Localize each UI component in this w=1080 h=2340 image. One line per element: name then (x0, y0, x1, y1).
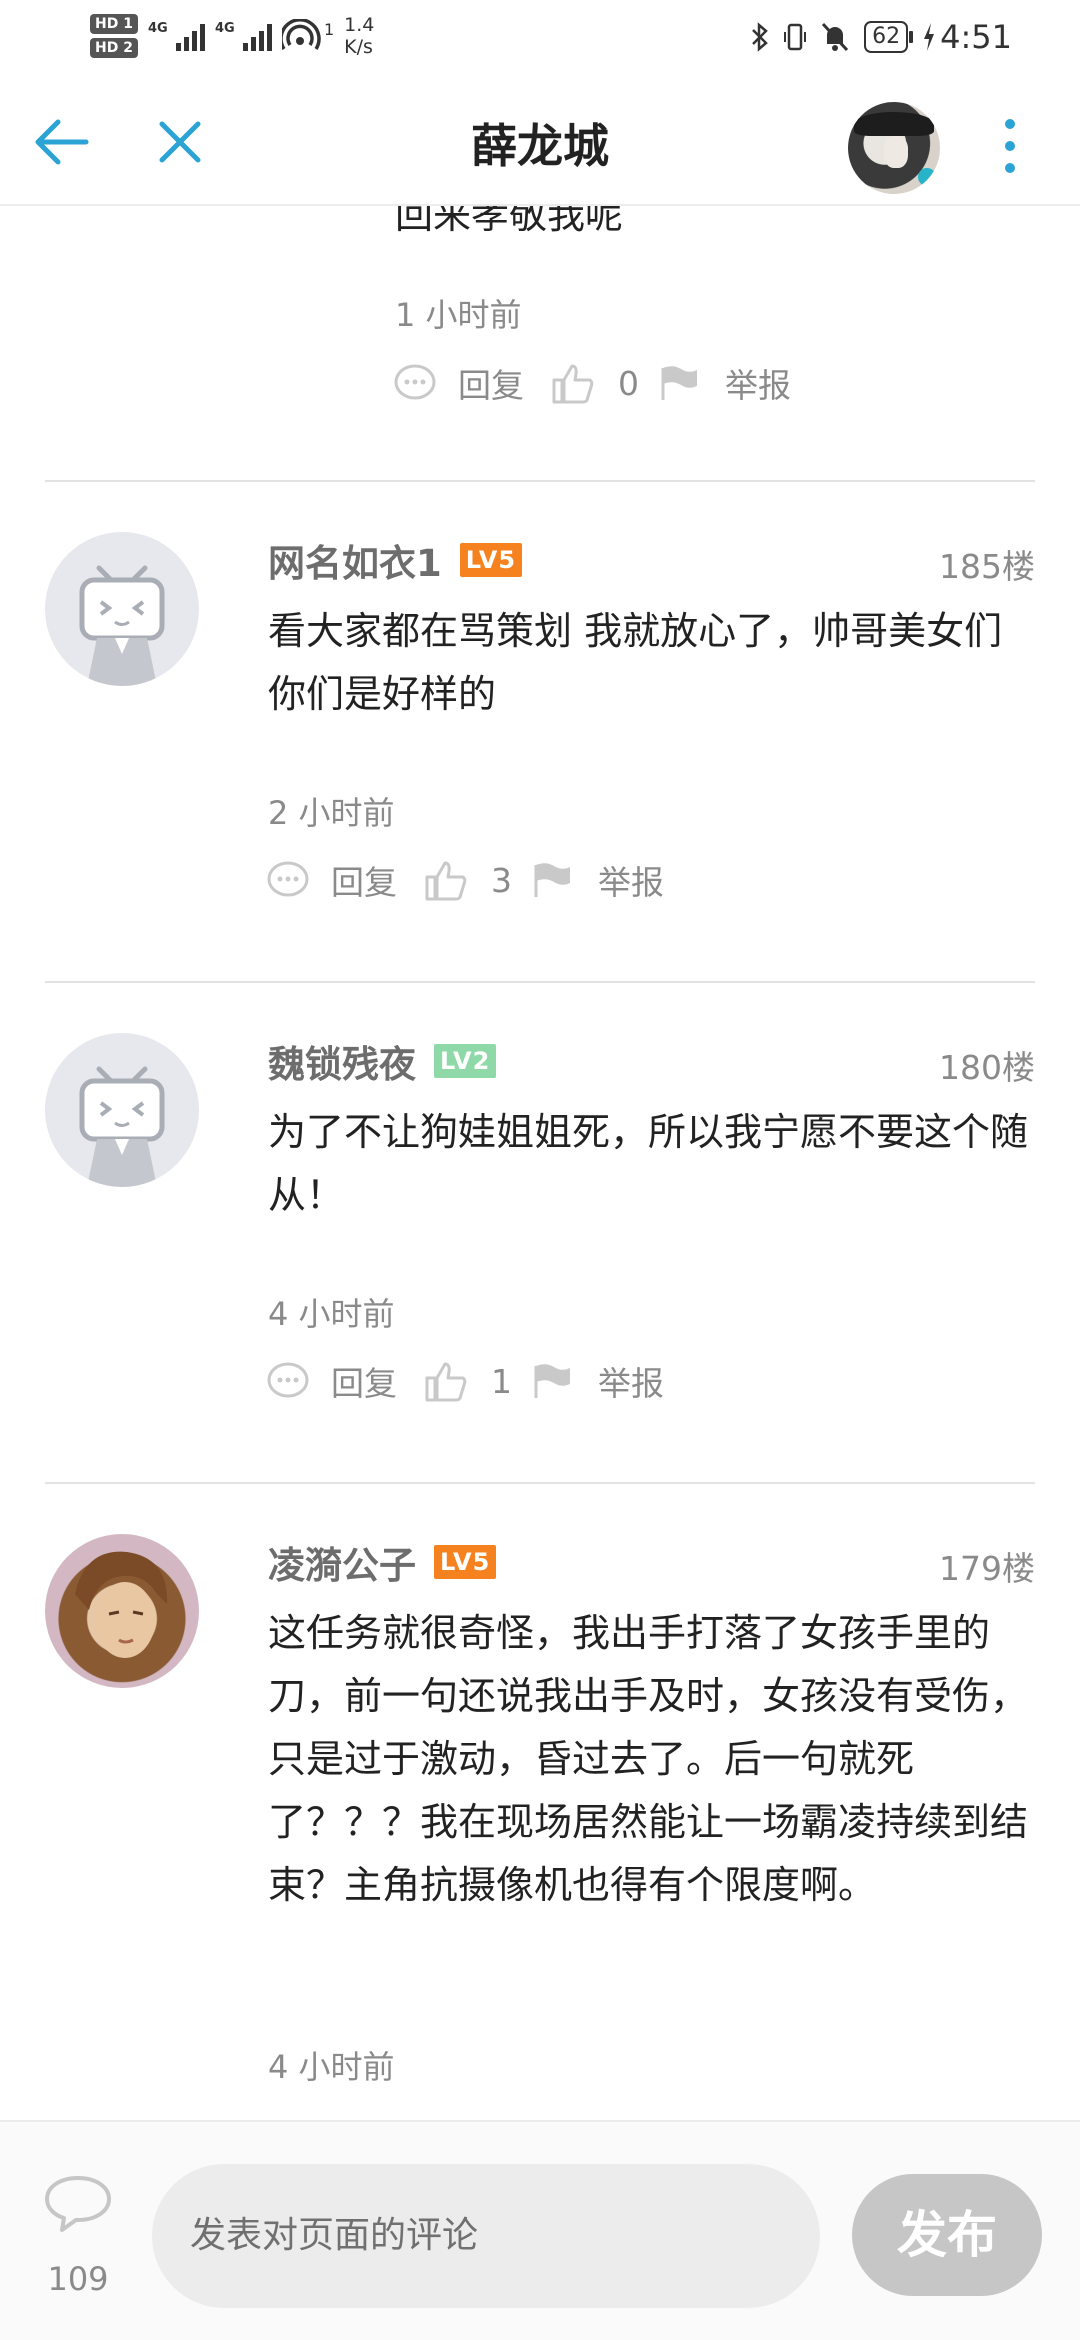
report-button[interactable]: 举报 (725, 359, 791, 407)
comment-input[interactable]: 发表对页面的评论 (152, 2164, 820, 2308)
bluetooth-icon (752, 22, 768, 52)
character-portrait-icon (75, 1551, 168, 1658)
status-bar: HD 1 HD 2 4G 4G 1 1.4 K/s 62 4:51 (0, 0, 1080, 80)
comment-count: 109 (47, 2260, 109, 2298)
sim2-badge: HD 2 (90, 38, 138, 58)
sim-badges: HD 1 HD 2 (90, 14, 138, 58)
reply-icon[interactable] (265, 857, 311, 903)
avatar-user-photo[interactable] (45, 1534, 199, 1688)
mute-bell-icon (822, 22, 849, 52)
like-icon[interactable] (550, 360, 596, 406)
send-button[interactable]: 发布 (852, 2174, 1042, 2296)
like-icon[interactable] (423, 1358, 469, 1404)
comment-text: 为了不让狗娃姐姐死，所以我宁愿不要这个随从！ (268, 1110, 1029, 1217)
username-text[interactable]: 魏锁残夜 (268, 1034, 416, 1088)
speed-value: 1.4 (344, 14, 375, 36)
header-avatar[interactable] (848, 102, 940, 194)
comment-actions: 回复 0 举报 (392, 358, 791, 408)
like-count: 1 (491, 1361, 512, 1401)
reply-icon[interactable] (392, 360, 438, 406)
report-button[interactable]: 举报 (598, 1357, 664, 1405)
username[interactable]: 凌漪公子 LV5 (268, 1534, 497, 1590)
hotspot-icon (281, 19, 321, 50)
sim1-badge: HD 1 (90, 14, 138, 34)
app-header: 薛龙城 (0, 80, 1080, 206)
comment-time: 1 小时前 (395, 296, 522, 334)
comment-text: 看大家都在骂策划 我就放心了，帅哥美女们 你们是好样的 (268, 609, 1003, 716)
username[interactable]: 网名如衣1 LV5 (268, 532, 523, 588)
charging-icon (924, 23, 935, 51)
avatar-default-tv[interactable] (45, 532, 199, 686)
partial-comment-text: 回来孝敬我呢 (395, 206, 624, 237)
reply-button[interactable]: 回复 (458, 359, 524, 407)
tv-mascot-icon (79, 1066, 165, 1187)
avatar-default-tv[interactable] (45, 1033, 199, 1187)
network-speed: 1.4 K/s (344, 14, 374, 58)
bottom-comment-bar: 109 发表对页面的评论 发布 (0, 2120, 1080, 2340)
floor-number: 180楼 (939, 1048, 1035, 1087)
comment-actions: 回复 1 举报 (265, 1356, 664, 1406)
status-left: HD 1 HD 2 4G 4G 1 1.4 K/s (90, 14, 374, 58)
level-badge: LV5 (434, 1545, 497, 1579)
comment-item: 凌漪公子 LV5 179楼 这任务就很奇怪，我出手打落了女孩手里的刀，前一句还说… (0, 1484, 1080, 2120)
comment-item: 魏锁残夜 LV2 180楼 为了不让狗娃姐姐死，所以我宁愿不要这个随从！ 4 小… (0, 983, 1080, 1483)
level-badge: LV5 (459, 543, 523, 577)
like-count: 3 (491, 860, 512, 900)
hotspot-count: 1 (323, 19, 335, 39)
network-type-1: 4G (147, 21, 168, 36)
like-count: 0 (618, 363, 639, 403)
comment-bubble-icon[interactable] (42, 2174, 114, 2234)
signal-2-icon: 4G (215, 21, 272, 51)
comment-list[interactable]: 回来孝敬我呢 1 小时前 回复 0 举报 网名如衣1 LV5 185楼 看大家都… (0, 206, 1080, 2120)
signal-1-icon: 4G (148, 21, 205, 51)
comment-time: 2 小时前 (268, 794, 395, 832)
report-flag-icon[interactable] (530, 1358, 576, 1404)
comment-item: 网名如衣1 LV5 185楼 看大家都在骂策划 我就放心了，帅哥美女们 你们是好… (0, 482, 1080, 982)
battery-icon: 62 (864, 21, 914, 53)
reply-button[interactable]: 回复 (331, 856, 397, 904)
comment-text: 这任务就很奇怪，我出手打落了女孩手里的刀，前一句还说我出手及时，女孩没有受伤，只… (268, 1611, 1029, 1907)
tv-mascot-icon (79, 565, 165, 686)
speed-unit: K/s (344, 36, 373, 58)
level-badge: LV2 (434, 1044, 497, 1078)
floor-number: 179楼 (939, 1549, 1035, 1588)
reply-icon[interactable] (265, 1358, 311, 1404)
username-text[interactable]: 凌漪公子 (268, 1535, 416, 1589)
username-text[interactable]: 网名如衣1 (268, 533, 442, 587)
report-flag-icon[interactable] (657, 360, 703, 406)
report-flag-icon[interactable] (530, 857, 576, 903)
comment-actions: 回复 3 举报 (265, 855, 664, 905)
vibrate-icon (784, 23, 807, 51)
reply-button[interactable]: 回复 (331, 1357, 397, 1405)
floor-number: 185楼 (939, 547, 1035, 586)
comment-time: 4 小时前 (268, 1295, 395, 1333)
comment-time: 4 小时前 (268, 2048, 395, 2086)
more-vertical-icon[interactable] (990, 114, 1030, 178)
clock: 4:51 (940, 18, 1012, 56)
status-right: 62 4:51 (750, 18, 1012, 56)
like-icon[interactable] (423, 857, 469, 903)
username[interactable]: 魏锁残夜 LV2 (268, 1033, 497, 1089)
report-button[interactable]: 举报 (598, 856, 664, 904)
network-type-2: 4G (214, 21, 235, 36)
